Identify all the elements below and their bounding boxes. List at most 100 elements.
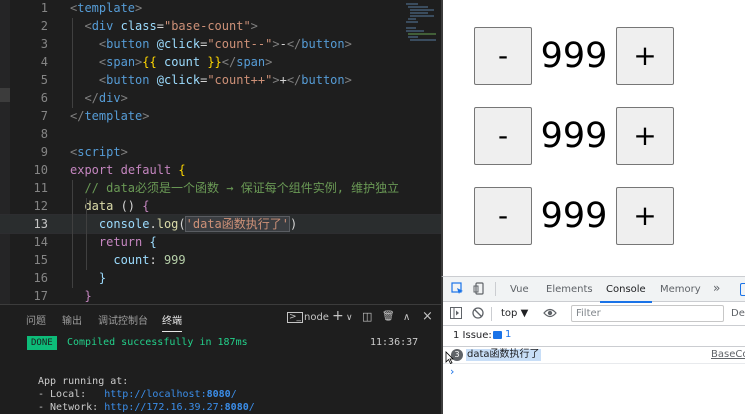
code-line[interactable]: 10 export default {: [0, 161, 441, 179]
code-text[interactable]: <script>: [70, 143, 128, 161]
line-number: 8: [40, 127, 48, 141]
code-editor[interactable]: 1 <template> 2 <div class="base-count"> 3 <…: [0, 0, 441, 304]
code-token: @click: [156, 73, 201, 87]
network-url[interactable]: http://172.16.39.27:: [104, 402, 224, 413]
code-token: :: [149, 253, 164, 267]
code-text[interactable]: <button @click="count--">-</button>: [70, 35, 352, 53]
code-token: <: [84, 19, 92, 33]
decrement-button[interactable]: -: [474, 107, 532, 165]
code-token: 999: [163, 253, 186, 267]
code-token: "count--": [207, 37, 273, 51]
divider: [491, 307, 492, 321]
code-line[interactable]: 13 console.log('data函数执行了'): [0, 214, 441, 234]
terminal-name[interactable]: node: [304, 312, 329, 323]
issues-link[interactable]: 1: [491, 329, 511, 343]
line-number: 17: [33, 289, 48, 303]
code-line[interactable]: 15 count: 999: [0, 251, 441, 269]
more-tabs-icon[interactable]: »: [713, 281, 720, 295]
maximize-panel-icon[interactable]: ∧: [403, 312, 410, 323]
code-text[interactable]: <template>: [70, 0, 142, 17]
code-text[interactable]: // data必须是一个函数 → 保证每个组件实例, 维护独立: [70, 179, 399, 197]
line-number: 3: [40, 37, 48, 51]
code-line[interactable]: 12 data () {: [0, 197, 441, 215]
issues-bar[interactable]: 1 Issue: 1: [443, 326, 745, 347]
count-value: 999: [540, 116, 608, 156]
tab-output[interactable]: 输出: [62, 312, 82, 327]
context-selector[interactable]: top ▼: [501, 308, 528, 319]
compiled-message: Compiled successfully in 187ms: [67, 337, 248, 348]
code-token: >: [272, 73, 280, 87]
code-text[interactable]: </div>: [70, 89, 127, 107]
local-port[interactable]: 8080: [207, 389, 231, 400]
new-terminal-icon[interactable]: +: [332, 308, 344, 324]
split-terminal-icon[interactable]: ◫: [362, 310, 372, 323]
code-text[interactable]: return {: [70, 233, 157, 251]
line-number: 16: [33, 271, 48, 285]
tab-memory[interactable]: Memory: [660, 284, 701, 295]
tab-elements[interactable]: Elements: [546, 284, 593, 295]
line-number: 15: [33, 253, 48, 267]
line-number: 10: [33, 163, 48, 177]
line-number: 13: [33, 217, 48, 231]
local-url-tail[interactable]: /: [231, 389, 237, 400]
code-line[interactable]: 8: [0, 125, 441, 143]
tab-terminal[interactable]: 终端: [162, 312, 182, 332]
code-line[interactable]: 1 <template>: [0, 0, 441, 17]
code-text[interactable]: }: [70, 269, 106, 287]
message-source-link[interactable]: BaseCou: [711, 349, 745, 361]
code-text[interactable]: export default {: [70, 161, 186, 179]
sidebar-toggle-icon[interactable]: [450, 307, 462, 322]
code-token: log: [156, 217, 179, 231]
console-message-text[interactable]: data函数执行了: [466, 349, 541, 361]
tab-console[interactable]: Console: [600, 284, 652, 303]
code-text[interactable]: console.log('data函数执行了'): [70, 215, 297, 233]
code-text[interactable]: <div class="base-count">: [70, 17, 257, 35]
clear-console-icon[interactable]: [472, 307, 484, 322]
increment-button[interactable]: +: [616, 107, 674, 165]
minimap[interactable]: [402, 0, 440, 80]
local-url[interactable]: http://localhost:: [104, 389, 206, 400]
decrement-button[interactable]: -: [474, 187, 532, 245]
code-text[interactable]: <button @click="count++">+</button>: [70, 71, 352, 89]
decrement-button[interactable]: -: [474, 27, 532, 85]
code-line[interactable]: 7 </template>: [0, 107, 441, 125]
issues-counter-edge[interactable]: [740, 283, 745, 296]
code-token: >: [272, 37, 280, 51]
code-text[interactable]: count: 999: [70, 251, 186, 269]
trash-icon[interactable]: 🗑: [382, 311, 395, 322]
close-icon[interactable]: ×: [422, 309, 433, 324]
increment-button[interactable]: +: [616, 27, 674, 85]
tab-problems[interactable]: 问题: [26, 312, 46, 327]
code-line[interactable]: 6 </div>: [0, 89, 441, 107]
terminal-output[interactable]: DONE Compiled successfully in 187ms 11:3…: [0, 331, 441, 414]
code-line[interactable]: 9 <script>: [0, 143, 441, 161]
chevron-down-icon[interactable]: ∨: [346, 313, 353, 323]
bottom-panel: 问题 输出 调试控制台 终端 >_ node + ∨ ◫ 🗑 ∧ × DONE …: [0, 304, 441, 414]
code-line[interactable]: 16 }: [0, 269, 441, 287]
console-message[interactable]: 3 data函数执行了 BaseCou: [443, 347, 745, 364]
log-levels-dropdown[interactable]: Def: [731, 308, 745, 319]
inspect-element-icon[interactable]: [451, 282, 464, 298]
code-line[interactable]: 11 // data必须是一个函数 → 保证每个组件实例, 维护独立: [0, 179, 441, 197]
filter-input[interactable]: [571, 305, 724, 322]
network-url-tail[interactable]: /: [249, 402, 255, 413]
code-text[interactable]: data () {: [70, 197, 149, 215]
code-text[interactable]: </template>: [70, 107, 149, 125]
code-line[interactable]: 4 <span>{{ count }}</span>: [0, 53, 441, 71]
increment-button[interactable]: +: [616, 187, 674, 245]
code-text[interactable]: }: [70, 287, 91, 304]
code-line[interactable]: 17 }: [0, 287, 441, 304]
code-line[interactable]: 3 <button @click="count--">-</button>: [0, 35, 441, 53]
base-count: - 999 +: [474, 187, 684, 245]
network-port[interactable]: 8080: [225, 402, 249, 413]
code-text[interactable]: <span>{{ count }}</span>: [70, 53, 272, 71]
code-line[interactable]: 5 <button @click="count++">+</button>: [0, 71, 441, 89]
device-toolbar-icon[interactable]: [473, 282, 486, 298]
app-running-text: App running at:: [38, 376, 129, 387]
code-line[interactable]: 14 return {: [0, 233, 441, 251]
code-line[interactable]: 2 <div class="base-count">: [0, 17, 441, 35]
eye-icon[interactable]: [543, 307, 557, 322]
tab-debug-console[interactable]: 调试控制台: [98, 312, 148, 327]
tab-vue[interactable]: Vue: [510, 284, 529, 295]
